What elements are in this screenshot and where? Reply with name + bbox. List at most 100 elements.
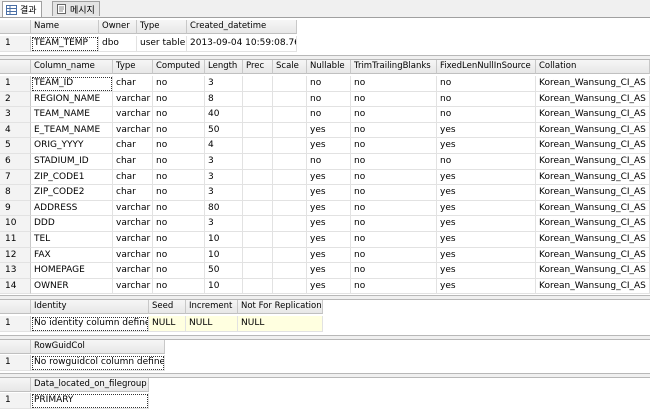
cell-collation[interactable]: Korean_Wansung_CI_AS (536, 247, 650, 264)
cell-length[interactable]: 10 (205, 247, 243, 264)
cell-fixedlen[interactable]: yes (437, 200, 536, 217)
cell-collation[interactable]: Korean_Wansung_CI_AS (536, 185, 650, 201)
cell-length[interactable]: 50 (205, 263, 243, 279)
cell-column-name[interactable]: STADIUM_ID (31, 154, 113, 170)
cell-collation[interactable]: Korean_Wansung_CI_AS (536, 76, 650, 92)
cell-fixedlen[interactable]: yes (437, 232, 536, 248)
col-header-seed[interactable]: Seed (149, 300, 186, 314)
cell-length[interactable]: 3 (205, 169, 243, 186)
cell-prec[interactable] (243, 107, 273, 123)
table-row[interactable]: 6 STADIUM_ID char no 3 no no no Korean_Wansung_C… (0, 154, 650, 170)
cell-fixedlen[interactable]: yes (437, 278, 536, 294)
col-header-nullable[interactable]: Nullable (307, 60, 351, 74)
table-row[interactable]: 12 FAX varchar no 10 yes no yes Korean_Wansung_C… (0, 247, 650, 264)
cell-column-name[interactable]: FAX (31, 247, 113, 264)
col-header-type[interactable]: Type (137, 20, 187, 34)
cell-type[interactable]: char (113, 138, 153, 154)
cell-computed[interactable]: no (153, 278, 205, 294)
col-header-increment[interactable]: Increment (186, 300, 238, 314)
cell-scale[interactable] (273, 76, 307, 92)
cell-length[interactable]: 8 (205, 91, 243, 108)
col-header-collation[interactable]: Collation (536, 60, 650, 74)
cell-column-name[interactable]: REGION_NAME (31, 91, 113, 108)
cell-computed[interactable]: no (153, 91, 205, 108)
cell-collation[interactable]: Korean_Wansung_CI_AS (536, 138, 650, 154)
row-number[interactable]: 13 (0, 263, 31, 279)
cell-column-name[interactable]: TEAM_ID (31, 76, 113, 92)
cell-fixedlen[interactable]: yes (437, 122, 536, 139)
row-number[interactable]: 12 (0, 247, 31, 264)
cell-type[interactable]: varchar (113, 107, 153, 123)
table-row[interactable]: 1 No identity column defined. NULL NULL … (0, 316, 650, 332)
cell-scale[interactable] (273, 169, 307, 186)
cell-computed[interactable]: no (153, 263, 205, 279)
row-number[interactable]: 6 (0, 154, 31, 170)
cell-name[interactable]: TEAM_TEMP (31, 36, 99, 52)
cell-prec[interactable] (243, 278, 273, 294)
cell-type[interactable]: varchar (113, 232, 153, 248)
cell-collation[interactable]: Korean_Wansung_CI_AS (536, 122, 650, 139)
cell-type[interactable]: varchar (113, 216, 153, 232)
col-header-scale[interactable]: Scale (273, 60, 307, 74)
row-number[interactable]: 11 (0, 232, 31, 248)
cell-length[interactable]: 3 (205, 185, 243, 201)
cell-scale[interactable] (273, 122, 307, 139)
cell-prec[interactable] (243, 232, 273, 248)
cell-trim[interactable]: no (351, 247, 437, 264)
col-header-name[interactable]: Name (31, 20, 99, 34)
cell-created[interactable]: 2013-09-04 10:59:08.760 (187, 36, 297, 52)
cell-not-for-replication[interactable]: NULL (238, 316, 323, 332)
cell-column-name[interactable]: HOMEPAGE (31, 263, 113, 279)
table-row[interactable]: 11 TEL varchar no 10 yes no yes Korean_Wansung_C… (0, 232, 650, 248)
cell-trim[interactable]: no (351, 232, 437, 248)
cell-prec[interactable] (243, 185, 273, 201)
cell-column-name[interactable]: ADDRESS (31, 200, 113, 217)
cell-owner[interactable]: dbo (99, 36, 137, 52)
cell-type[interactable]: varchar (113, 122, 153, 139)
cell-trim[interactable]: no (351, 169, 437, 186)
cell-fixedlen[interactable]: yes (437, 185, 536, 201)
table-row[interactable]: 4 E_TEAM_NAME varchar no 50 yes no yes Korean_Wa… (0, 122, 650, 139)
col-header-computed[interactable]: Computed (153, 60, 205, 74)
table-row[interactable]: 7 ZIP_CODE1 char no 3 yes no yes Korean_Wansung_… (0, 169, 650, 186)
cell-scale[interactable] (273, 138, 307, 154)
cell-scale[interactable] (273, 185, 307, 201)
cell-computed[interactable]: no (153, 107, 205, 123)
cell-fixedlen[interactable]: yes (437, 247, 536, 264)
cell-scale[interactable] (273, 278, 307, 294)
cell-computed[interactable]: no (153, 76, 205, 92)
col-header-type[interactable]: Type (113, 60, 153, 74)
row-number[interactable]: 8 (0, 185, 31, 201)
col-header-trim[interactable]: TrimTrailingBlanks (351, 60, 437, 74)
cell-nullable[interactable]: no (307, 107, 351, 123)
table-row[interactable]: 13 HOMEPAGE varchar no 50 yes no yes Korean_Wans… (0, 263, 650, 279)
cell-nullable[interactable]: yes (307, 185, 351, 201)
cell-length[interactable]: 10 (205, 232, 243, 248)
cell-prec[interactable] (243, 169, 273, 186)
row-number[interactable]: 3 (0, 107, 31, 123)
cell-nullable[interactable]: yes (307, 169, 351, 186)
cell-computed[interactable]: no (153, 200, 205, 217)
table-row[interactable]: 1 TEAM_TEMP dbo user table 2013-09-04 10… (0, 36, 650, 52)
row-number[interactable]: 4 (0, 122, 31, 139)
cell-trim[interactable]: no (351, 91, 437, 108)
cell-filegroup[interactable]: PRIMARY (31, 393, 149, 409)
cell-collation[interactable]: Korean_Wansung_CI_AS (536, 200, 650, 217)
cell-identity[interactable]: No identity column defined. (31, 316, 149, 332)
cell-scale[interactable] (273, 154, 307, 170)
cell-column-name[interactable]: ZIP_CODE1 (31, 169, 113, 186)
cell-prec[interactable] (243, 76, 273, 92)
col-header-created[interactable]: Created_datetime (187, 20, 297, 34)
cell-trim[interactable]: no (351, 185, 437, 201)
cell-trim[interactable]: no (351, 278, 437, 294)
cell-computed[interactable]: no (153, 232, 205, 248)
cell-prec[interactable] (243, 154, 273, 170)
cell-length[interactable]: 3 (205, 216, 243, 232)
cell-scale[interactable] (273, 216, 307, 232)
table-row[interactable]: 5 ORIG_YYYY char no 4 yes no yes Korean_Wansung_… (0, 138, 650, 154)
cell-length[interactable]: 3 (205, 154, 243, 170)
col-header-owner[interactable]: Owner (99, 20, 137, 34)
cell-column-name[interactable]: DDD (31, 216, 113, 232)
cell-type[interactable]: varchar (113, 263, 153, 279)
row-number[interactable]: 1 (0, 36, 31, 52)
